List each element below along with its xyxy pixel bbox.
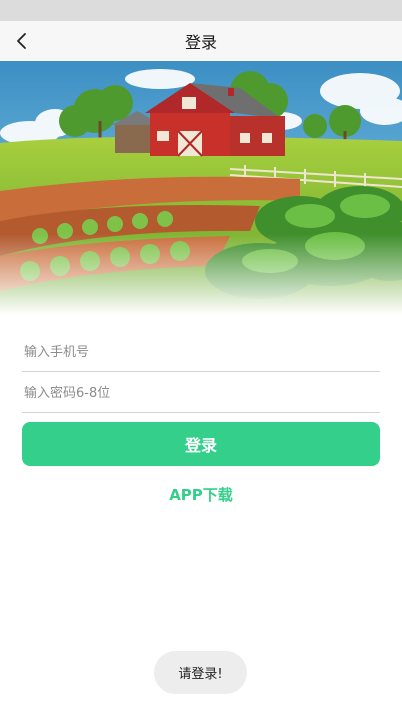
nav-bar: 登录 bbox=[0, 21, 402, 61]
farm-hero-image bbox=[0, 61, 402, 315]
login-form bbox=[22, 333, 382, 413]
status-bar bbox=[0, 0, 402, 21]
chevron-left-icon bbox=[17, 33, 26, 49]
page-title: 登录 bbox=[184, 33, 217, 52]
login-button[interactable]: 登录 bbox=[22, 422, 380, 466]
app-download-link[interactable]: APP下载 bbox=[0, 484, 402, 505]
password-field bbox=[22, 374, 382, 413]
phone-field bbox=[22, 333, 382, 372]
toast-message: 请登录! bbox=[154, 651, 247, 694]
phone-input[interactable] bbox=[22, 333, 382, 371]
back-button[interactable] bbox=[6, 25, 38, 57]
password-input[interactable] bbox=[22, 374, 382, 412]
